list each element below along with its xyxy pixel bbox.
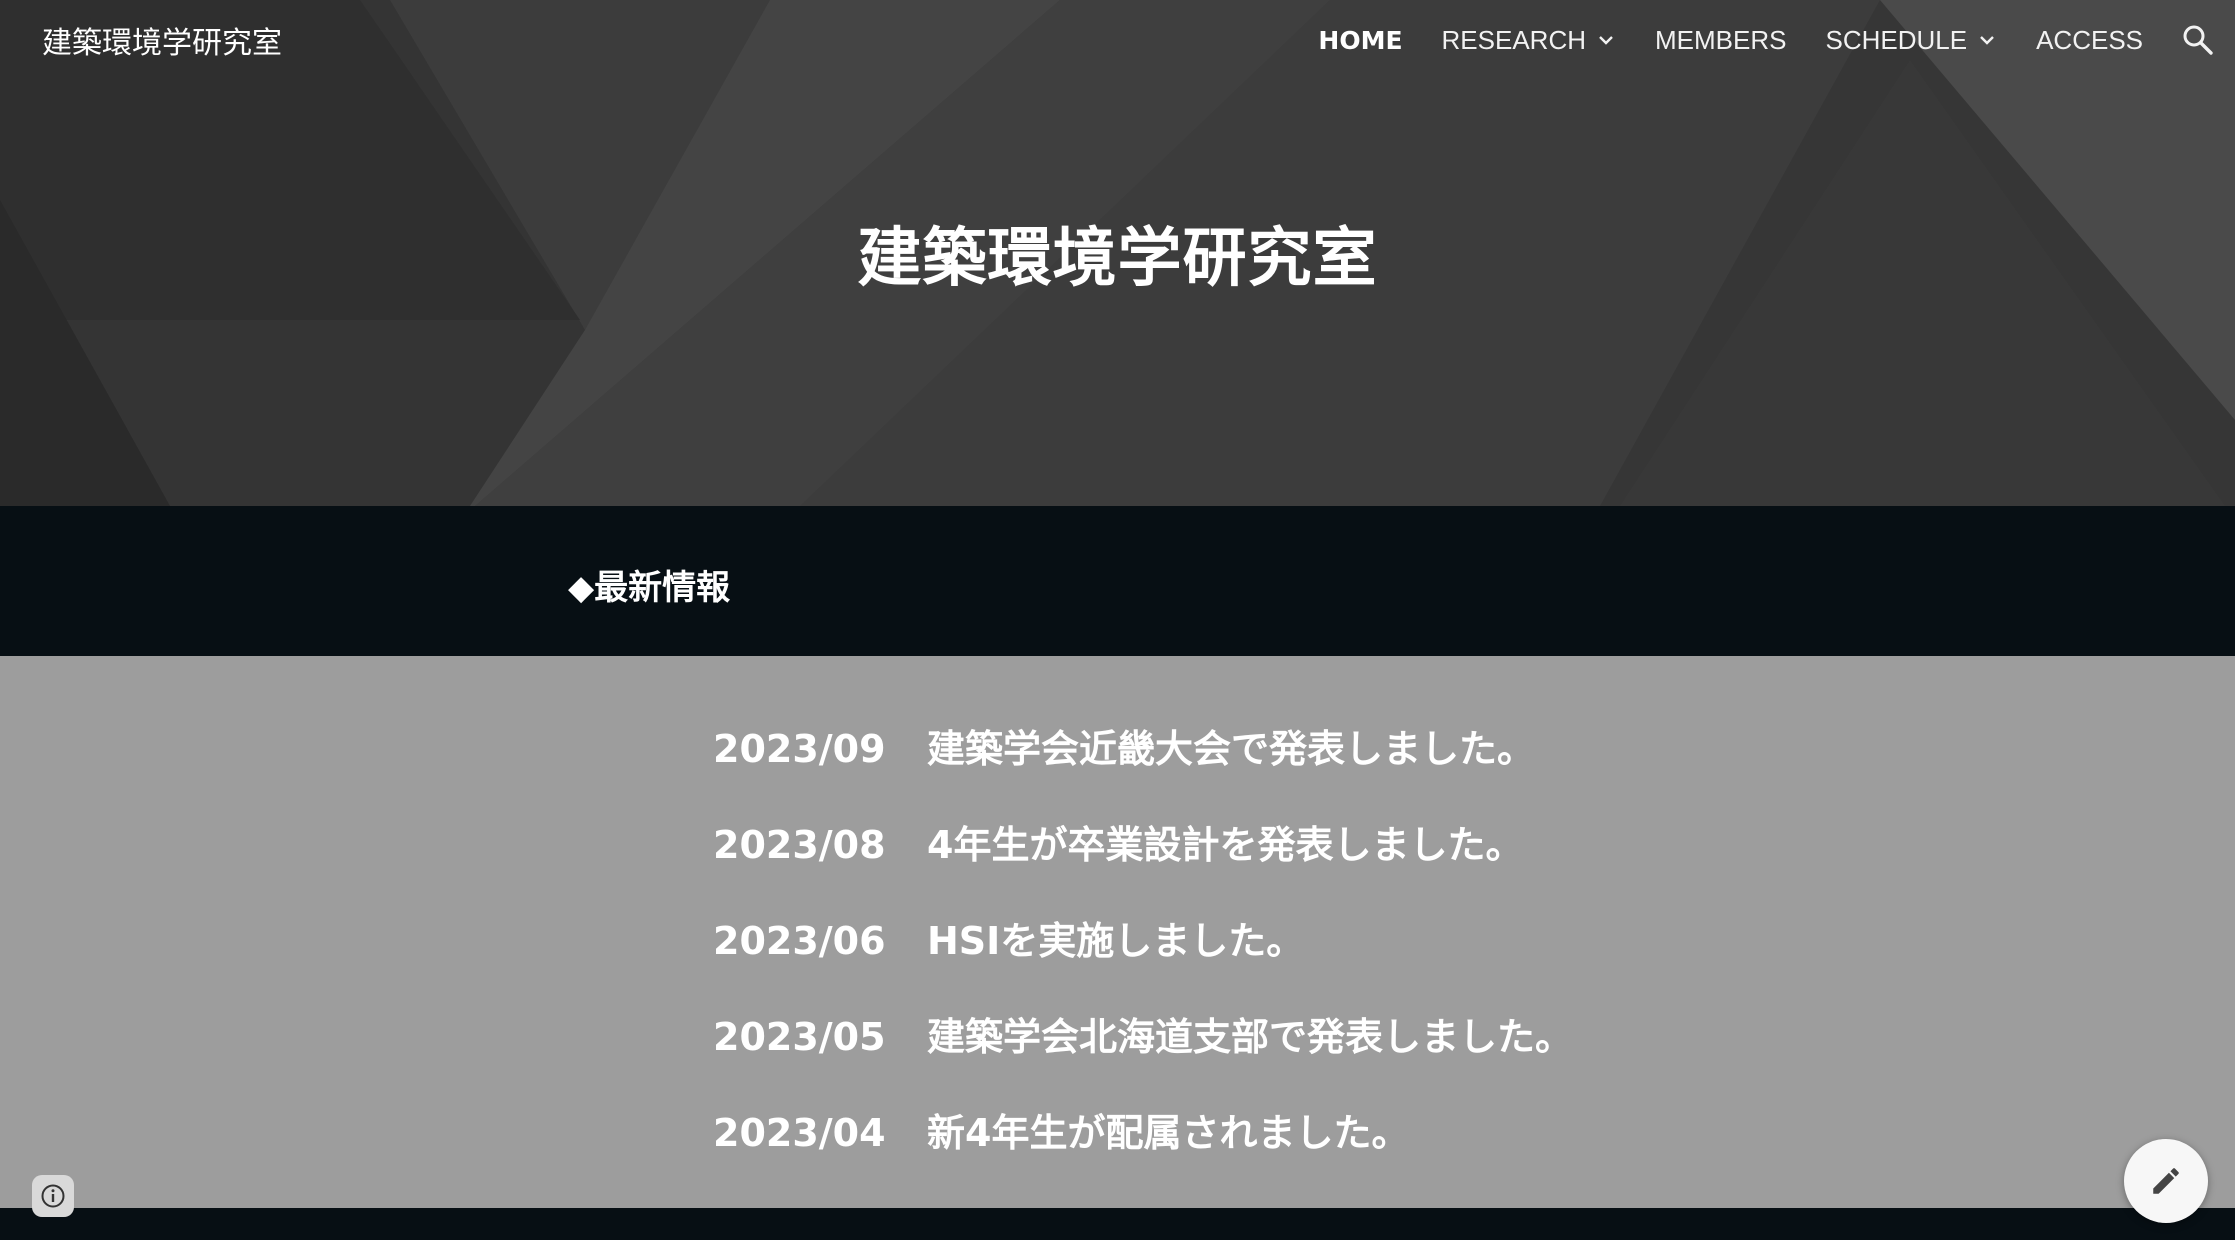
news-text: 新4年生が配属されました。 — [927, 1111, 1410, 1155]
nav-menu: HOME RESEARCH MEMBERS SCHEDULE ACCESS — [1279, 0, 2235, 80]
nav-item-schedule[interactable]: SCHEDULE — [1825, 25, 1997, 56]
nav-item-members[interactable]: MEMBERS — [1655, 25, 1786, 56]
pencil-icon — [2153, 1168, 2179, 1194]
top-navigation: 建築環境学研究室 HOME RESEARCH MEMBERS SCHEDULE … — [0, 0, 2235, 80]
nav-item-label: ACCESS — [2036, 24, 2143, 55]
nav-item-label: SCHEDULE — [1825, 24, 1968, 55]
list-item: 2023/08 4年生が卒業設計を発表しました。 — [713, 814, 1523, 869]
list-item: 2023/04 新4年生が配属されました。 — [713, 1102, 1409, 1157]
news-date: 2023/08 — [713, 823, 886, 867]
news-text: 4年生が卒業設計を発表しました。 — [927, 823, 1524, 867]
nav-item-label: RESEARCH — [1441, 24, 1587, 55]
list-item: 2023/09 建築学会近畿大会で発表しました。 — [713, 718, 1535, 773]
list-item: 2023/06 HSIを実施しました。 — [713, 910, 1304, 965]
news-header-section: ◆最新情報 — [0, 506, 2235, 656]
nav-item-label: MEMBERS — [1655, 24, 1787, 55]
chevron-down-icon — [1980, 36, 1994, 45]
news-date: 2023/09 — [713, 727, 886, 771]
news-date: 2023/06 — [713, 919, 886, 963]
info-icon — [41, 1184, 65, 1208]
list-item: 2023/05 建築学会北海道支部で発表しました。 — [713, 1006, 1573, 1061]
footer-band — [0, 1208, 2235, 1240]
edit-button[interactable] — [2124, 1139, 2208, 1223]
hero-title: 建築環境学研究室 — [857, 222, 1378, 296]
site-title[interactable]: 建築環境学研究室 — [42, 18, 282, 62]
nav-item-access[interactable]: ACCESS — [2036, 25, 2143, 56]
news-date: 2023/05 — [713, 1015, 886, 1059]
news-list: 2023/09 建築学会近畿大会で発表しました。 2023/08 4年生が卒業設計を… — [0, 656, 2235, 1208]
hero-banner: 建築環境学研究室 HOME RESEARCH MEMBERS SCHEDULE … — [0, 0, 2235, 506]
site-info-button[interactable] — [32, 1175, 74, 1217]
nav-item-research[interactable]: RESEARCH — [1442, 25, 1616, 56]
news-text: 建築学会北海道支部で発表しました。 — [927, 1015, 1574, 1059]
news-heading: ◆最新情報 — [568, 568, 731, 608]
chevron-down-icon — [1599, 36, 1613, 45]
news-text: HSIを実施しました。 — [927, 919, 1305, 963]
news-text: 建築学会近畿大会で発表しました。 — [927, 727, 1536, 771]
news-date: 2023/04 — [713, 1111, 886, 1155]
nav-item-label: HOME — [1318, 25, 1403, 55]
search-icon[interactable] — [2181, 23, 2215, 57]
nav-item-home[interactable]: HOME — [1318, 26, 1402, 55]
